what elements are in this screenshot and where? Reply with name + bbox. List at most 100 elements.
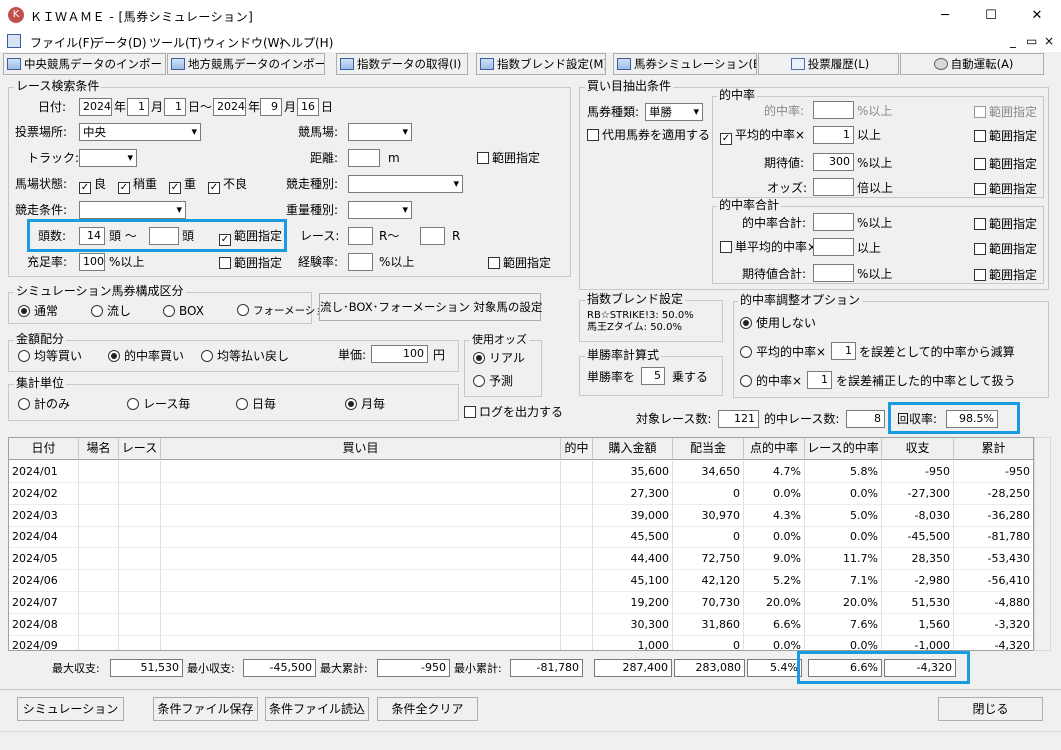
table-cell[interactable] bbox=[561, 504, 593, 527]
table-cell[interactable]: 0.0% bbox=[805, 482, 882, 505]
fill-range-checkbox[interactable]: 範囲指定 bbox=[219, 256, 282, 270]
table-cell[interactable]: 51,530 bbox=[882, 591, 954, 614]
table-cell[interactable]: 0 bbox=[673, 526, 744, 549]
menu-data[interactable]: データ(D) bbox=[92, 34, 147, 51]
table-row[interactable]: 2024/04 bbox=[9, 526, 79, 549]
hit-adjust-subtract-input[interactable]: 1 bbox=[831, 342, 856, 360]
weight-type-select[interactable] bbox=[348, 201, 412, 219]
target-horse-setup-button[interactable]: 流し･BOX･フォーメーション 対象馬の設定 bbox=[319, 293, 542, 321]
table-cell[interactable]: 11.7% bbox=[805, 548, 882, 571]
single-avg-input[interactable] bbox=[813, 238, 854, 256]
table-cell[interactable]: 1,000 bbox=[593, 635, 673, 650]
table-cell[interactable]: 6.6% bbox=[744, 613, 805, 636]
mdi-child-icon[interactable] bbox=[7, 34, 21, 48]
save-condition-button[interactable]: 条件ファイル保存 bbox=[153, 697, 258, 721]
table-cell[interactable] bbox=[561, 591, 593, 614]
table-cell[interactable]: 4.7% bbox=[744, 461, 805, 483]
table-cell[interactable] bbox=[161, 635, 561, 650]
table-row[interactable]: 2024/09 bbox=[9, 635, 79, 650]
column-header[interactable]: 累計 bbox=[954, 438, 1033, 460]
menu-help[interactable]: ヘルプ(H) bbox=[279, 34, 333, 51]
table-cell[interactable] bbox=[119, 591, 161, 614]
table-cell[interactable] bbox=[161, 570, 561, 592]
table-cell[interactable]: -1,000 bbox=[882, 635, 954, 650]
hit-sum-range-checkbox[interactable]: 範囲指定 bbox=[974, 217, 1037, 231]
close-window-button[interactable]: ✕ bbox=[1014, 0, 1060, 31]
condition-slightly-heavy-checkbox[interactable]: ✓ 稍重 bbox=[118, 177, 157, 194]
table-cell[interactable]: 30,300 bbox=[593, 613, 673, 636]
table-cell[interactable] bbox=[119, 526, 161, 549]
table-cell[interactable]: 9.0% bbox=[744, 548, 805, 571]
table-cell[interactable]: 72,750 bbox=[673, 548, 744, 571]
table-cell[interactable] bbox=[561, 526, 593, 549]
table-row[interactable]: 2024/07 bbox=[9, 591, 79, 614]
table-cell[interactable]: 7.1% bbox=[805, 570, 882, 592]
aggregate-day-radio[interactable]: 日毎 bbox=[236, 397, 276, 411]
table-cell[interactable]: 0 bbox=[673, 635, 744, 650]
table-cell[interactable]: 70,730 bbox=[673, 591, 744, 614]
course-select[interactable] bbox=[348, 123, 412, 141]
fetch-index-button[interactable]: 指数データの取得(I) bbox=[336, 53, 468, 75]
table-cell[interactable]: -2,980 bbox=[882, 570, 954, 592]
hit-sum-input[interactable] bbox=[813, 213, 854, 231]
experience-range-checkbox[interactable]: 範囲指定 bbox=[488, 256, 551, 270]
amount-equal-radio[interactable]: 均等買い bbox=[18, 349, 82, 363]
table-cell[interactable] bbox=[161, 613, 561, 636]
table-cell[interactable] bbox=[119, 570, 161, 592]
table-cell[interactable]: 45,100 bbox=[593, 570, 673, 592]
table-cell[interactable]: -36,280 bbox=[954, 505, 1033, 527]
column-header[interactable]: レース的中率 bbox=[805, 438, 882, 460]
clear-condition-button[interactable]: 条件全クリア bbox=[377, 697, 478, 721]
experience-input[interactable] bbox=[348, 253, 373, 271]
table-row[interactable]: 2024/08 bbox=[9, 613, 79, 636]
expected-value-input[interactable]: 300 bbox=[813, 153, 854, 171]
expected-range-checkbox[interactable]: 範囲指定 bbox=[974, 157, 1037, 171]
column-header[interactable]: 収支 bbox=[882, 438, 954, 460]
aggregate-total-radio[interactable]: 計のみ bbox=[18, 397, 70, 411]
table-cell[interactable] bbox=[119, 548, 161, 571]
column-header[interactable]: 日付 bbox=[9, 438, 79, 460]
vertical-scrollbar[interactable] bbox=[1034, 437, 1051, 651]
condition-good-checkbox[interactable]: ✓ 良 bbox=[79, 177, 106, 194]
expected-sum-range-checkbox[interactable]: 範囲指定 bbox=[974, 268, 1037, 282]
column-header[interactable]: 的中 bbox=[561, 438, 593, 460]
table-cell[interactable]: 1,560 bbox=[882, 613, 954, 636]
race-type-select[interactable] bbox=[348, 175, 463, 193]
table-cell[interactable]: -81,780 bbox=[954, 526, 1033, 549]
table-cell[interactable]: -950 bbox=[954, 461, 1033, 483]
vote-history-button[interactable]: 投票履歴(L) bbox=[758, 53, 899, 75]
head-range-checkbox[interactable]: ✓ 範囲指定 bbox=[219, 229, 282, 246]
index-blend-button[interactable]: 指数ブレンド設定(M) bbox=[476, 53, 606, 75]
table-cell[interactable] bbox=[561, 461, 593, 483]
table-cell[interactable] bbox=[119, 461, 161, 483]
maximize-button[interactable]: ☐ bbox=[968, 0, 1014, 31]
table-cell[interactable] bbox=[79, 570, 119, 592]
table-cell[interactable]: 19,200 bbox=[593, 591, 673, 614]
table-cell[interactable]: 30,970 bbox=[673, 504, 744, 527]
table-cell[interactable]: 0.0% bbox=[744, 482, 805, 505]
condition-bad-checkbox[interactable]: ✓ 不良 bbox=[208, 177, 247, 194]
table-cell[interactable]: 44,400 bbox=[593, 548, 673, 571]
table-cell[interactable]: 5.8% bbox=[805, 461, 882, 483]
table-cell[interactable] bbox=[119, 504, 161, 527]
table-cell[interactable] bbox=[161, 461, 561, 483]
auto-run-button[interactable]: 自動運転(A) bbox=[900, 53, 1044, 75]
aggregate-race-radio[interactable]: レース毎 bbox=[127, 397, 190, 411]
import-local-button[interactable]: 地方競馬データのインポート(N) bbox=[167, 53, 325, 75]
table-cell[interactable]: -28,250 bbox=[954, 483, 1033, 505]
table-cell[interactable]: -8,030 bbox=[882, 504, 954, 527]
table-cell[interactable] bbox=[79, 504, 119, 527]
table-cell[interactable]: -4,880 bbox=[954, 592, 1033, 614]
column-header[interactable]: レース bbox=[119, 438, 161, 460]
table-row[interactable]: 2024/01 bbox=[9, 461, 79, 483]
table-cell[interactable]: 7.6% bbox=[805, 613, 882, 636]
sim-type-normal-radio[interactable]: 通常 bbox=[18, 304, 58, 318]
table-cell[interactable] bbox=[161, 591, 561, 614]
expected-sum-input[interactable] bbox=[813, 264, 854, 282]
to-year-input[interactable]: 2024 bbox=[213, 98, 246, 116]
table-cell[interactable] bbox=[79, 461, 119, 483]
table-cell[interactable] bbox=[561, 570, 593, 592]
table-cell[interactable] bbox=[161, 482, 561, 505]
hit-rate-range-checkbox[interactable]: 範囲指定 bbox=[974, 105, 1037, 119]
race-condition-select[interactable] bbox=[79, 201, 186, 219]
